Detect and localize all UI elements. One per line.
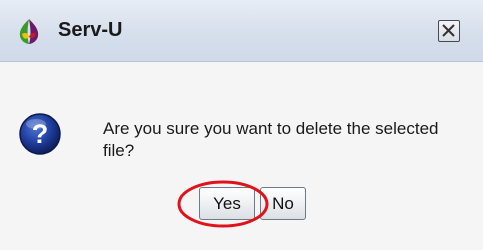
title-bar: Serv-U (0, 0, 483, 62)
dialog-body: ? Are you sure you want to delete the se… (0, 62, 483, 250)
close-icon (442, 24, 455, 37)
question-icon: ? (18, 112, 62, 156)
serv-u-logo-icon (14, 16, 44, 46)
close-button[interactable] (438, 20, 460, 42)
confirm-dialog: Serv-U ? Are you sure you want to delete… (0, 0, 483, 250)
yes-button[interactable]: Yes (199, 187, 255, 220)
window-title: Serv-U (58, 19, 123, 41)
no-button[interactable]: No (260, 187, 306, 220)
svg-text:?: ? (32, 119, 49, 149)
confirm-message: Are you sure you want to delete the sele… (103, 119, 439, 160)
